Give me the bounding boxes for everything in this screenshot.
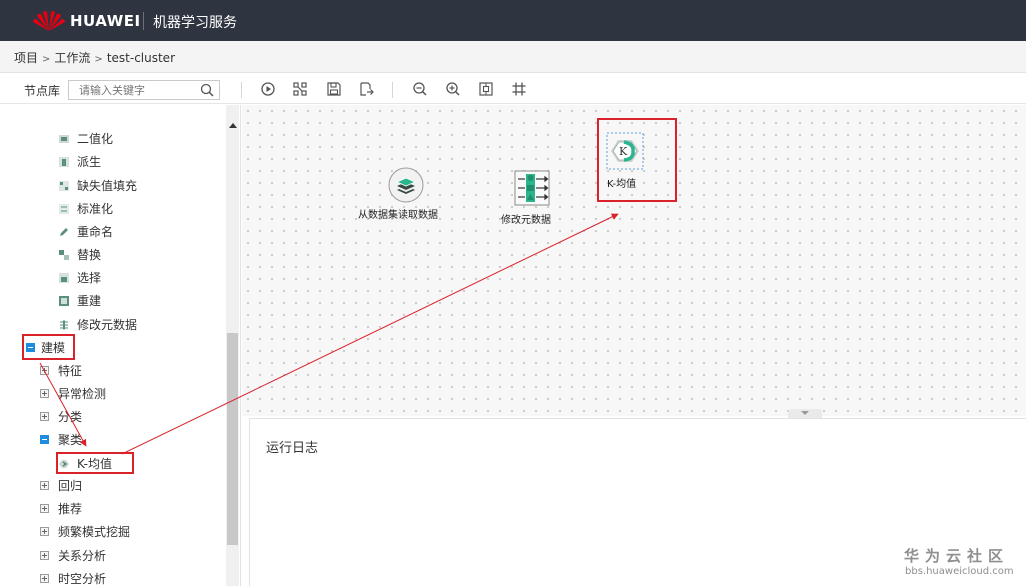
breadcrumb-bar: 项目 > 工作流 > test-cluster	[0, 41, 1026, 73]
service-name[interactable]: 机器学习服务	[153, 12, 237, 32]
run-icon[interactable]	[260, 81, 276, 97]
scroll-up-icon[interactable]	[229, 123, 237, 128]
binarize-icon	[59, 135, 69, 143]
chevron-right-icon: >	[94, 54, 103, 65]
expand-icon[interactable]	[40, 551, 49, 560]
node-label-modify-metadata: 修改元数据	[501, 215, 551, 226]
highlight-box-kmeans-node	[597, 118, 677, 202]
expand-icon[interactable]	[40, 504, 49, 513]
chevron-right-icon: >	[42, 54, 51, 65]
highlight-box-kmeans-leaf	[56, 452, 134, 474]
huawei-logo-icon	[33, 11, 65, 31]
workflow-canvas[interactable]: 从数据集读取数据 修改元数据 K K-均值	[242, 105, 1026, 416]
expand-icon[interactable]	[40, 366, 49, 375]
watermark-title: 华为云社区	[904, 547, 1010, 565]
brand-divider	[143, 12, 144, 30]
layers-icon[interactable]	[388, 167, 424, 203]
breadcrumb-item-workflow[interactable]: 工作流	[54, 51, 90, 65]
scrollbar-thumb[interactable]	[227, 333, 238, 545]
expand-icon[interactable]	[40, 481, 49, 490]
toolbar: 节点库	[0, 74, 1026, 104]
rebuild-icon	[59, 296, 69, 306]
search-icon[interactable]	[200, 83, 214, 97]
breadcrumb-item-project[interactable]: 项目	[14, 51, 38, 65]
top-header: HUAWEI 机器学习服务	[0, 0, 1026, 41]
zoom-in-icon[interactable]	[445, 81, 461, 97]
metadata-icon	[60, 320, 68, 330]
expand-icon[interactable]	[40, 574, 49, 583]
node-label-read-dataset: 从数据集读取数据	[358, 210, 438, 221]
breadcrumb: 项目 > 工作流 > test-cluster	[14, 49, 175, 66]
replace-icon	[59, 250, 69, 260]
grid-icon[interactable]	[511, 81, 527, 97]
expand-icon[interactable]	[40, 527, 49, 536]
metadata-node-icon[interactable]	[514, 170, 550, 206]
discretize-icon	[58, 111, 70, 123]
toolbar-divider	[392, 82, 393, 98]
select-icon	[59, 273, 69, 283]
brand-name: HUAWEI	[70, 12, 141, 30]
node-search-box	[68, 80, 220, 100]
highlight-box-modeling	[22, 334, 75, 360]
run-log-title: 运行日志	[266, 441, 319, 456]
node-library-label: 节点库	[24, 84, 61, 98]
watermark-url: bbs.huaweicloud.com	[905, 566, 1014, 577]
node-search-input[interactable]	[69, 81, 193, 99]
export-icon[interactable]	[358, 81, 374, 97]
standardize-icon	[59, 204, 69, 214]
panel-resize-handle[interactable]	[788, 409, 822, 418]
fill-missing-icon	[59, 181, 69, 191]
zoom-out-icon[interactable]	[412, 81, 428, 97]
layout-icon[interactable]	[292, 81, 308, 97]
derive-icon	[59, 157, 69, 167]
collapse-icon[interactable]	[40, 435, 49, 444]
save-icon[interactable]	[326, 81, 342, 97]
node-library-tree: 离散化 二值化 派生 缺失值填充 标准化 重命名 替换 选择 重建 修改元数据 …	[0, 105, 241, 586]
breadcrumb-item-current: test-cluster	[106, 51, 175, 65]
fit-icon[interactable]	[478, 81, 494, 97]
expand-icon[interactable]	[40, 412, 49, 421]
toolbar-divider	[241, 82, 242, 98]
expand-icon[interactable]	[40, 389, 49, 398]
pencil-icon	[60, 228, 68, 236]
